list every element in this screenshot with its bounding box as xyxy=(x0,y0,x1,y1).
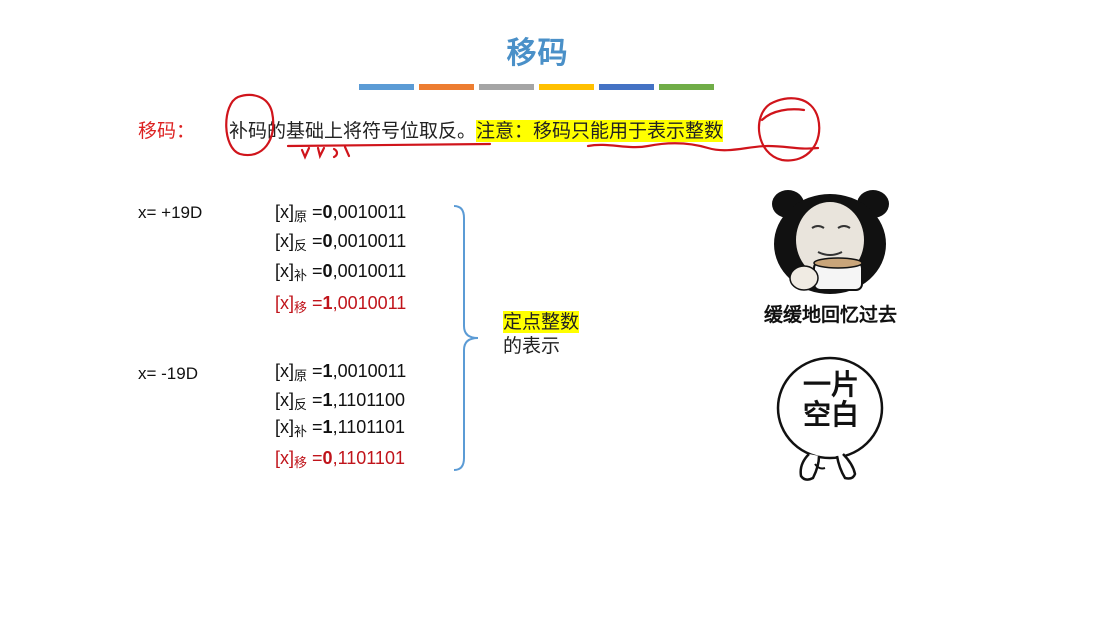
panda-drinking-tea-icon xyxy=(772,190,889,294)
code-row-pos-biased: [x]移 =1,0010011 xyxy=(275,293,407,315)
circle-tail xyxy=(760,108,806,122)
circle-around-bu-ma xyxy=(225,93,275,157)
meme-panda: 缓缓地回忆过去 xyxy=(758,186,903,326)
brace-note: 定点整数 的表示 xyxy=(503,310,580,358)
x-positive-label: x= +19D xyxy=(138,203,203,222)
code-row-neg-ones: [x]反 =1,1101100 xyxy=(275,390,405,412)
code-row-neg-original: [x]原 =1,0010011 xyxy=(275,361,407,383)
curly-brace xyxy=(453,205,479,471)
code-row-pos-twos: [x]补 =0,0010011 xyxy=(275,261,407,283)
brace-note-line1: 定点整数 xyxy=(503,311,580,333)
code-row-pos-ones: [x]反 =0,0010011 xyxy=(275,231,407,253)
wavy-underline-note xyxy=(586,142,820,152)
blank-caption: 一片 空白 xyxy=(802,368,859,431)
squiggle-marks xyxy=(300,145,351,160)
meme-blank: 一片 空白 xyxy=(775,356,887,482)
circle-around-zheng-shu xyxy=(757,97,821,162)
code-row-neg-biased: [x]移 =0,1101101 xyxy=(275,448,405,470)
panda-caption: 缓缓地回忆过去 xyxy=(763,304,897,326)
code-row-neg-twos: [x]补 =1,1101101 xyxy=(275,417,405,439)
code-row-pos-original: [x]原 =0,0010011 xyxy=(275,202,407,224)
underline-definition xyxy=(286,142,492,148)
x-negative-label: x= -19D xyxy=(138,364,198,383)
brace-note-line2: 的表示 xyxy=(503,335,561,357)
